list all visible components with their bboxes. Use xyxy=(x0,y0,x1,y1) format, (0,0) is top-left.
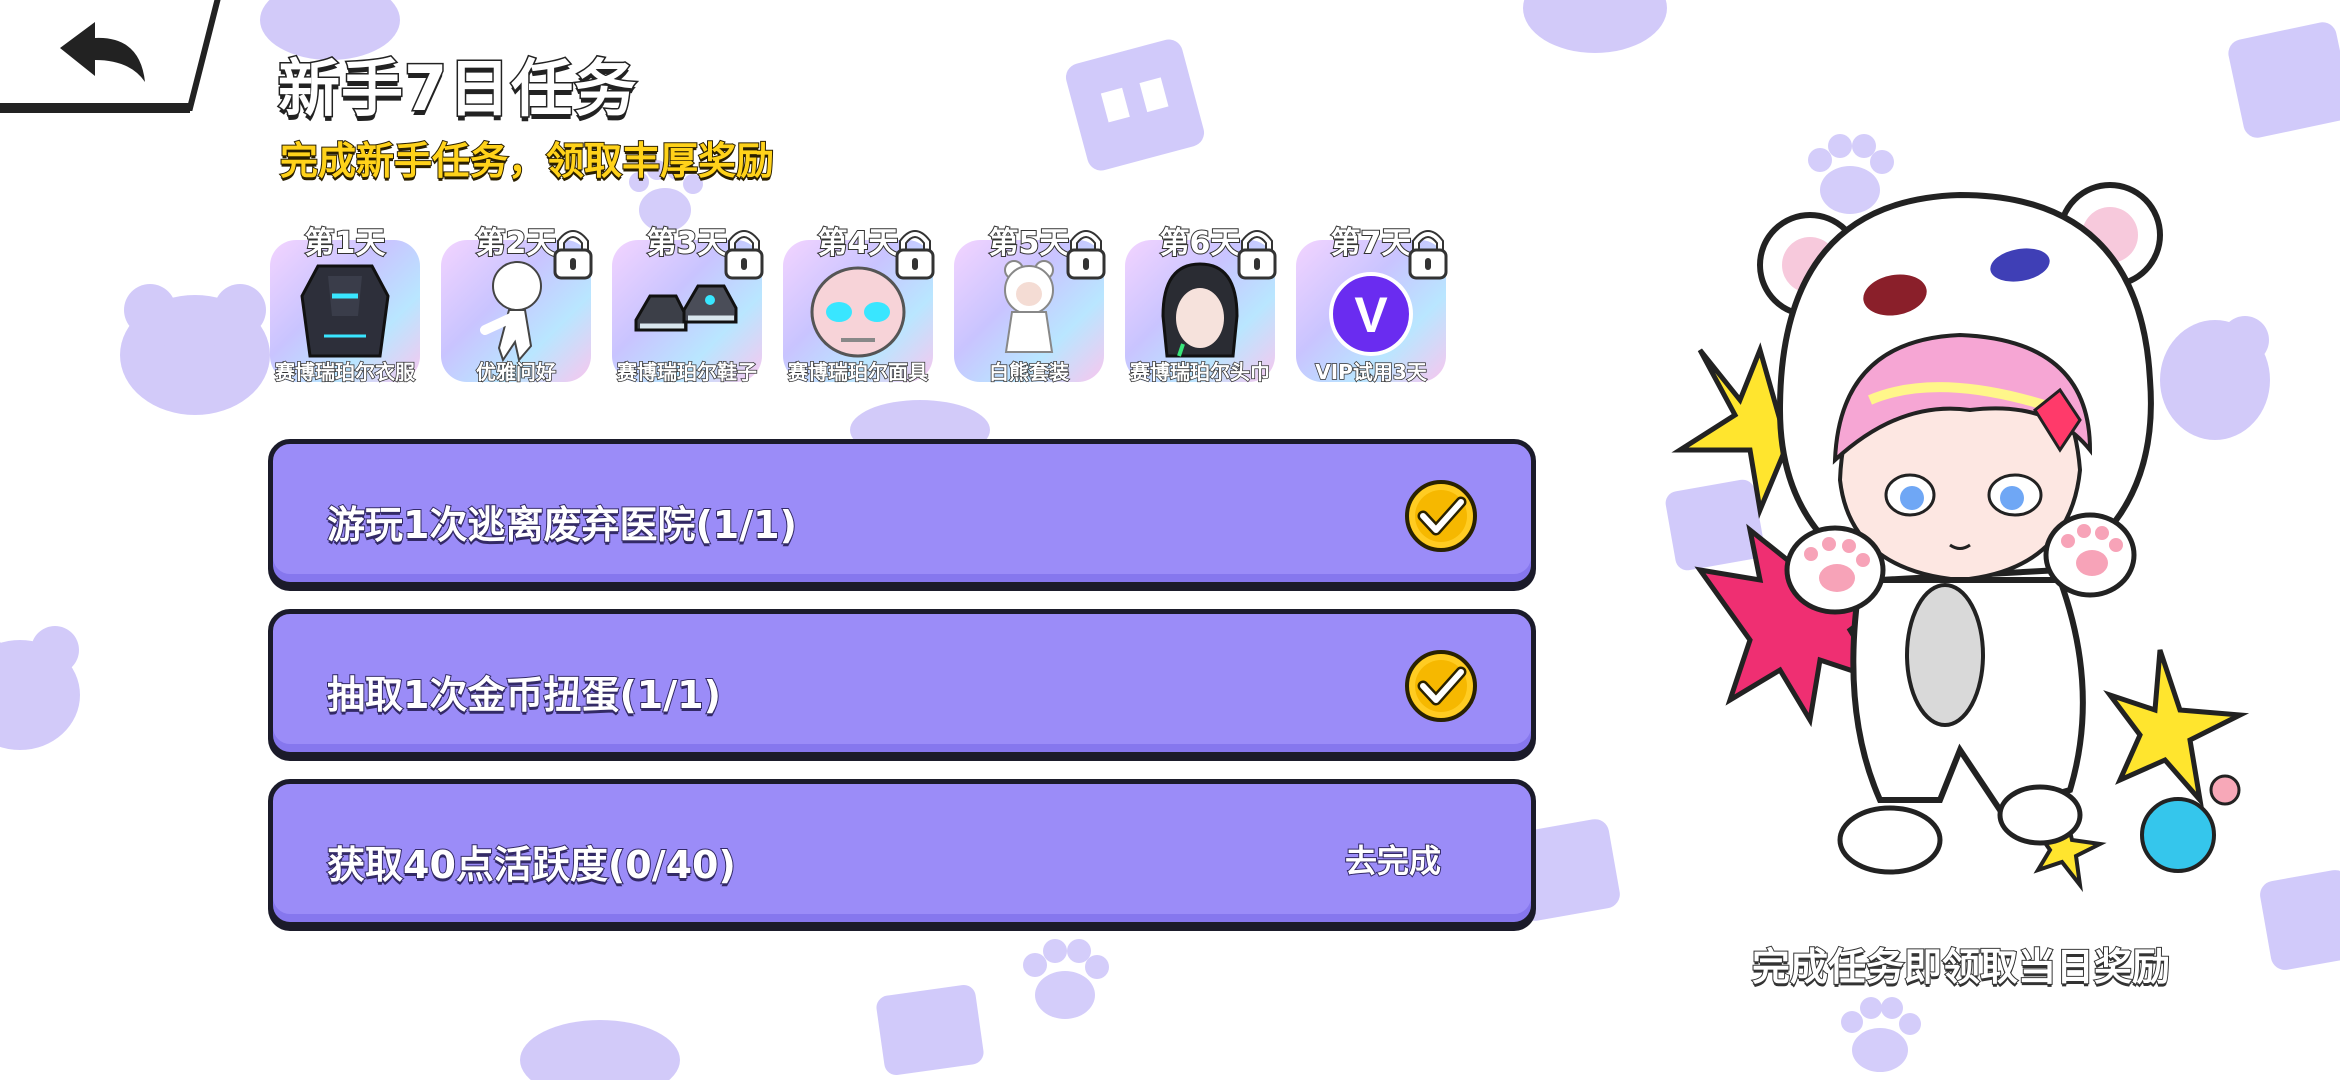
day-item-name: 赛博瑞珀尔头巾 xyxy=(1129,359,1271,385)
day-item-name: 赛博瑞珀尔鞋子 xyxy=(616,359,758,385)
page-title: 新手7日任务 xyxy=(276,51,638,127)
day-tab-4[interactable]: 第4天 赛博瑞珀尔面具 xyxy=(779,218,937,390)
day-item-name: 优雅问好 xyxy=(475,359,557,385)
day-tab-5[interactable]: 第5天 白熊套装 xyxy=(950,218,1108,390)
character-caption: 完成任务即领取当日奖励 xyxy=(1751,944,2171,990)
day-tab-6[interactable]: 第6天 赛博瑞珀尔头巾 xyxy=(1121,218,1279,390)
task-row-3: 获取40点活跃度(0/40) 去完成 xyxy=(268,779,1536,927)
lock-icon xyxy=(553,230,593,280)
day-item-name: 赛博瑞珀尔衣服 xyxy=(274,359,416,385)
lock-icon xyxy=(1408,230,1448,280)
day-item-name: 赛博瑞珀尔面具 xyxy=(787,359,929,385)
day-tab-2[interactable]: 第2天 优雅问好 xyxy=(437,218,595,390)
day-label: 第1天 xyxy=(304,225,387,262)
bear-girl-character-illustration xyxy=(1671,182,2250,893)
check-icon xyxy=(1405,650,1477,722)
lock-icon xyxy=(724,230,764,280)
back-arrow-icon xyxy=(0,0,221,113)
task-text: 抽取1次金币扭蛋(1/1) xyxy=(326,672,722,718)
go-complete-button[interactable]: 去完成 xyxy=(1344,836,1442,882)
cyber-outfit-icon xyxy=(300,264,390,358)
task-text: 获取40点活跃度(0/40) xyxy=(326,842,737,888)
day-item-name: VIP试用3天 xyxy=(1315,359,1428,385)
task-text: 游玩1次逃离废弃医院(1/1) xyxy=(326,502,798,548)
day-tab-7[interactable]: V 第7天 VIP试用3天 xyxy=(1292,218,1450,390)
check-icon xyxy=(1405,480,1477,552)
lock-icon xyxy=(1066,230,1106,280)
task-screen: 新手7日任务 完成新手任务，领取丰厚奖励 第1天 赛博瑞珀尔衣服 第2天 优雅问… xyxy=(0,0,2340,1080)
back-button[interactable] xyxy=(0,0,225,118)
lock-icon xyxy=(1237,230,1277,280)
day-item-name: 白熊套装 xyxy=(988,359,1070,385)
day-tab-3[interactable]: 第3天 赛博瑞珀尔鞋子 xyxy=(608,218,766,390)
day-tab-1[interactable]: 第1天 赛博瑞珀尔衣服 xyxy=(266,218,424,390)
task-row-1: 游玩1次逃离废弃医院(1/1) xyxy=(268,439,1536,587)
page-subtitle: 完成新手任务，领取丰厚奖励 xyxy=(279,138,775,184)
task-row-2: 抽取1次金币扭蛋(1/1) xyxy=(268,609,1536,757)
lock-icon xyxy=(895,230,935,280)
day-reward-tabs: 第1天 赛博瑞珀尔衣服 第2天 优雅问好 第3天 赛博瑞珀尔鞋子 第4天 赛博瑞… xyxy=(266,218,1456,398)
vip-badge-letter: V xyxy=(1354,287,1388,343)
